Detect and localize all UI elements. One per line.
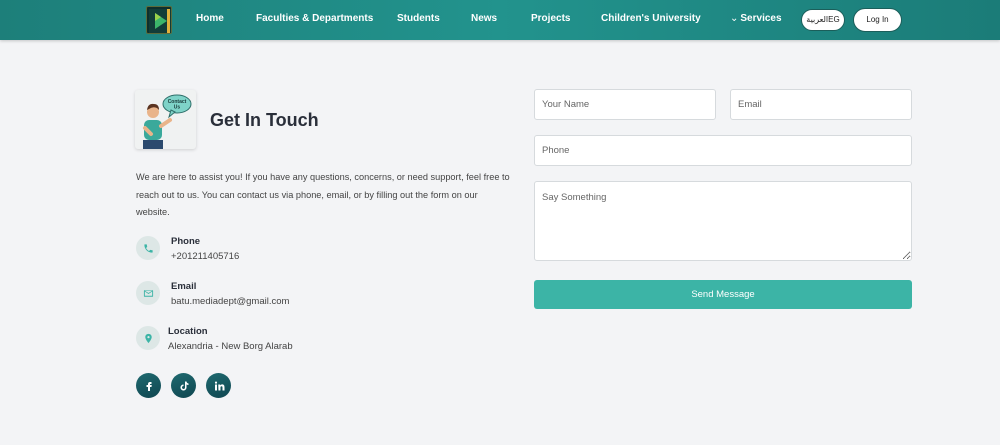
language-toggle-button[interactable]: العربيةEG bbox=[801, 9, 845, 31]
message-textarea[interactable] bbox=[534, 181, 912, 261]
logo-icon bbox=[149, 9, 171, 33]
tiktok-icon bbox=[180, 381, 188, 390]
svg-text:Us: Us bbox=[174, 105, 181, 111]
get-in-touch-title: Get In Touch bbox=[210, 110, 319, 130]
linkedin-icon bbox=[214, 381, 224, 390]
email-icon bbox=[136, 281, 160, 305]
facebook-link[interactable] bbox=[136, 373, 161, 398]
email-label: Email bbox=[171, 281, 197, 292]
site-logo[interactable] bbox=[146, 6, 172, 34]
facebook-icon bbox=[146, 381, 152, 391]
login-button[interactable]: Log In bbox=[853, 8, 902, 32]
nav-home[interactable]: Home bbox=[196, 13, 224, 24]
name-input[interactable] bbox=[534, 89, 716, 120]
phone-input[interactable] bbox=[534, 135, 912, 166]
email-value[interactable]: batu.mediadept@gmail.com bbox=[171, 296, 289, 307]
tiktok-link[interactable] bbox=[171, 373, 196, 398]
contact-intro-text: We are here to assist you! If you have a… bbox=[136, 172, 510, 217]
phone-label: Phone bbox=[171, 236, 201, 247]
contact-person-illustration: Contact Us bbox=[143, 94, 192, 149]
nav-faculties-departments[interactable]: Faculties & Departments bbox=[256, 13, 373, 24]
contact-illustration: Contact Us bbox=[135, 90, 196, 149]
nav-students[interactable]: Students bbox=[397, 13, 440, 24]
nav-services-label: Services bbox=[740, 13, 782, 24]
nav-services[interactable]: ⌄ Services bbox=[730, 13, 782, 24]
nav-news[interactable]: News bbox=[471, 13, 497, 24]
email-input[interactable] bbox=[730, 89, 912, 120]
phone-icon bbox=[136, 236, 160, 260]
send-message-button[interactable]: Send Message bbox=[534, 280, 912, 309]
chevron-down-icon: ⌄ bbox=[730, 13, 739, 24]
nav-projects[interactable]: Projects bbox=[531, 13, 570, 24]
nav-childrens-university[interactable]: Children's University bbox=[601, 13, 701, 24]
linkedin-link[interactable] bbox=[206, 373, 231, 398]
location-pin-icon bbox=[136, 326, 160, 350]
location-value: Alexandria - New Borg Alarab bbox=[168, 341, 293, 352]
location-label: Location bbox=[168, 326, 208, 337]
phone-value[interactable]: +201211405716 bbox=[171, 251, 239, 262]
top-navbar: Home Faculties & Departments Students Ne… bbox=[0, 0, 1000, 40]
